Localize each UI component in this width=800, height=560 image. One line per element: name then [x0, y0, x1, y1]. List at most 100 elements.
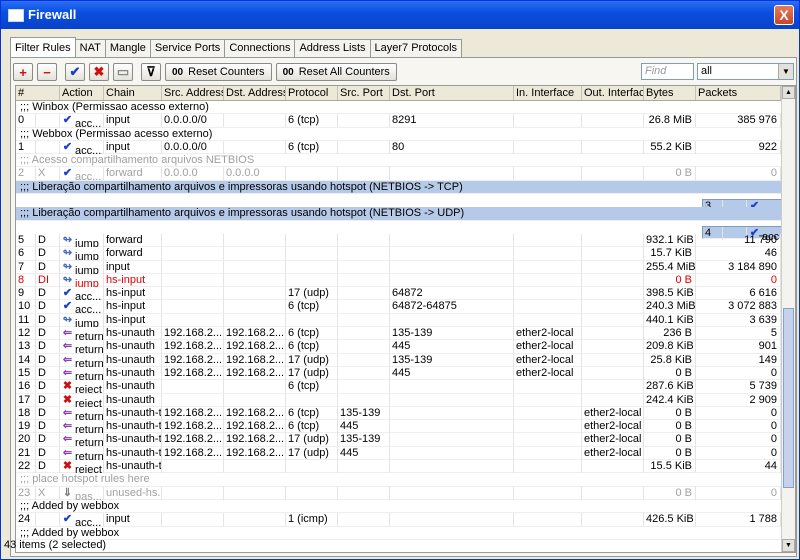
table-row[interactable]: 8 DI ↬ jump hs-input 0 B0	[16, 273, 781, 288]
cell-action: ⇐ return	[60, 340, 104, 354]
cell-bytes: 287.6 KiB	[644, 380, 696, 394]
return-icon: ⇐	[62, 366, 73, 379]
tab-nat[interactable]: NAT	[74, 39, 106, 57]
find-input[interactable]: Find	[641, 63, 694, 80]
filter-rules-panel: + − ✔ ✖ ▭ ⊽ 00 Reset Counters 00 Reset All…	[10, 57, 797, 557]
cell-src-address	[162, 300, 224, 314]
column-header-src-port[interactable]: Src. Port	[338, 86, 390, 100]
table-row[interactable]: 1 ✔ acc... input 0.0.0.0/0 6 (tcp) 80 55.2 KiB 9…	[16, 140, 781, 155]
column-header-in-interface[interactable]: In. Interface	[514, 86, 582, 100]
cell-bytes: 240.3 MiB	[646, 300, 696, 314]
chevron-down-icon[interactable]: ▼	[778, 64, 793, 79]
table-row[interactable]: 9 D ✔ acc... hs-input 17 (udp) 64872 398.5 KiB 6…	[16, 287, 781, 301]
close-button[interactable]: X	[774, 5, 794, 25]
reset-counters-button[interactable]: 00 Reset Counters	[165, 63, 272, 81]
rule-comment[interactable]: ;;; place hotspot rules here	[16, 473, 781, 487]
reject-icon: ✖	[62, 393, 73, 406]
table-row[interactable]: 16 D ✖ reject hs-unauth 6 (tcp) 287.6 KiB 5 739	[16, 380, 781, 394]
rule-comment[interactable]: ;;; Added by webbox	[16, 527, 781, 540]
vertical-scrollbar[interactable]: ▲ ▼	[781, 86, 795, 552]
table-row[interactable]: 18 D ⇐ return hs-unauth-to 192.168.2.... 192.1…	[16, 406, 781, 421]
rule-comment[interactable]: ;;; Liberação compartilhamento arquivos …	[16, 207, 781, 221]
cell-flags: D	[36, 340, 60, 354]
rule-comment[interactable]: ;;; Winbox (Permissao acesso externo)	[16, 101, 781, 115]
cell-dst-port: 80	[390, 140, 514, 154]
filter-button[interactable]: ⊽	[141, 63, 161, 81]
column-header-protocol[interactable]: Protocol	[286, 86, 338, 100]
rule-comment[interactable]: ;;; Acesso compartilhamento arquivos NET…	[16, 154, 781, 168]
disable-button[interactable]: ✖	[89, 63, 109, 81]
cell-number: 15	[16, 366, 36, 380]
cell-chain: hs-unauth	[104, 366, 162, 380]
table-row[interactable]: 7 D ↬ jump input 255.4 MiB 3 184 890	[16, 260, 781, 274]
add-button[interactable]: +	[13, 63, 33, 81]
column-header-packets[interactable]: Packets	[696, 86, 781, 100]
column-header-bytes[interactable]: Bytes	[644, 86, 696, 100]
jump-icon: ↬	[62, 260, 73, 273]
tab-mangle[interactable]: Mangle	[104, 39, 151, 57]
tab-filter-rules[interactable]: Filter Rules	[10, 37, 76, 57]
column-header-out-interface[interactable]: Out. Interface	[582, 86, 644, 100]
cell-packets: 0	[696, 406, 781, 420]
tab-address-lists[interactable]: Address Lists	[294, 39, 371, 57]
table-row[interactable]: 6 D ↬ jump forward 15.7 KiB 46	[16, 247, 781, 261]
table-row[interactable]: 0 ✔ acc... input 0.0.0.0/0 6 (tcp) 8291 26.8 Mi…	[16, 114, 781, 128]
cell-chain: unused-hs...	[106, 486, 162, 500]
table-row[interactable]: 5 D ↬ jump forward 932.1 KiB 11 790	[16, 233, 781, 248]
action-label: reject	[75, 464, 102, 474]
cell-flags: D	[36, 353, 60, 367]
action-label: reject	[75, 397, 102, 407]
cell-number: 18	[16, 406, 36, 420]
rule-comment[interactable]: ;;; Webbox (Permissao acesso externo)	[16, 128, 781, 141]
enable-button[interactable]: ✔	[65, 63, 85, 81]
cell-dst-address	[224, 233, 286, 247]
table-row[interactable]: 15 D ⇐ return hs-unauth 192.168.2.... 192.168.…	[16, 366, 781, 381]
cell-src-port	[338, 114, 390, 128]
scroll-down-icon[interactable]: ▼	[782, 539, 795, 552]
title-bar[interactable]: Firewall X	[1, 1, 799, 29]
column-header--[interactable]: #	[16, 86, 60, 100]
column-header-chain[interactable]: Chain	[104, 86, 162, 100]
cell-src-port	[338, 287, 390, 301]
table-row[interactable]: 20 D ⇐ return hs-unauth-to 192.168.2.... 192.1…	[16, 433, 781, 447]
table-row[interactable]: 14 D ⇐ return hs-unauth 192.168.2.... 192.168.…	[16, 353, 781, 367]
column-header-dst-port[interactable]: Dst. Port	[390, 86, 514, 100]
cell-number: 20	[16, 433, 36, 447]
column-header-dst-address[interactable]: Dst. Address	[224, 86, 286, 100]
tab-layer7-protocols[interactable]: Layer7 Protocols	[369, 39, 463, 57]
table-row[interactable]: 13 D ⇐ return hs-unauth 192.168.2.... 192.168.…	[16, 340, 781, 354]
cell-out-interface	[582, 486, 644, 500]
scroll-thumb[interactable]	[783, 308, 794, 488]
remove-button[interactable]: −	[37, 63, 57, 81]
scroll-up-icon[interactable]: ▲	[782, 86, 795, 99]
table-row[interactable]: 24 ✔ acc... input 1 (icmp) 426.5 KiB 1 788	[16, 513, 781, 527]
table-row[interactable]: 23 X ⇓ pas... unused-hs... 0 B0	[16, 486, 781, 500]
tab-connections[interactable]: Connections	[224, 39, 296, 57]
cell-in-interface	[514, 420, 582, 434]
rule-comment[interactable]: ;;; Liberação compartilhamento arquivos …	[16, 180, 781, 195]
table-row[interactable]: 2 X ✔ acc... forward 0.0.0.0 0.0.0.0 0 B0	[16, 167, 781, 181]
cell-action: ↬ jump	[60, 247, 104, 261]
table-row[interactable]: 12 D ⇐ return hs-unauth 192.168.2.... 192.168.…	[16, 327, 781, 341]
table-row[interactable]: 17 D ✖ reject hs-unauth 242.4 KiB 2 909	[16, 393, 781, 407]
cell-src-port	[338, 233, 390, 247]
filter-select[interactable]: all ▼	[697, 63, 794, 80]
tab-service-ports[interactable]: Service Ports	[149, 39, 226, 57]
column-header-action[interactable]: Action	[60, 86, 104, 100]
table-row[interactable]: 10 D ✔ acc... hs-input 6 (tcp) 64872-64875 240.…	[16, 300, 781, 314]
cell-chain: input	[104, 140, 162, 154]
cell-flags: D	[36, 420, 60, 434]
table-row[interactable]: 11 D ↬ jump hs-input 440.1 KiB 3 639	[16, 313, 781, 328]
reset-all-counters-button[interactable]: 00 Reset All Counters	[275, 63, 397, 81]
cell-dst-address: 192.168.2....	[226, 406, 286, 420]
table-row[interactable]: 19 D ⇐ return hs-unauth-to 192.168.2.... 192.1…	[16, 420, 781, 434]
cell-bytes: 440.1 KiB	[644, 313, 696, 327]
table-row[interactable]: 21 D ⇐ return hs-unauth-to 192.168.2.... 192.1…	[16, 446, 781, 461]
cell-protocol	[286, 167, 338, 181]
cell-number: 11	[16, 313, 36, 327]
table-row[interactable]: 22 D ✖ reject hs-unauth-to 15.5 KiB 44	[16, 460, 781, 474]
comment-button[interactable]: ▭	[113, 63, 133, 81]
column-header-src-address[interactable]: Src. Address	[162, 86, 224, 100]
cell-number: 0	[16, 114, 36, 128]
rule-comment[interactable]: ;;; Added by webbox	[16, 500, 781, 514]
